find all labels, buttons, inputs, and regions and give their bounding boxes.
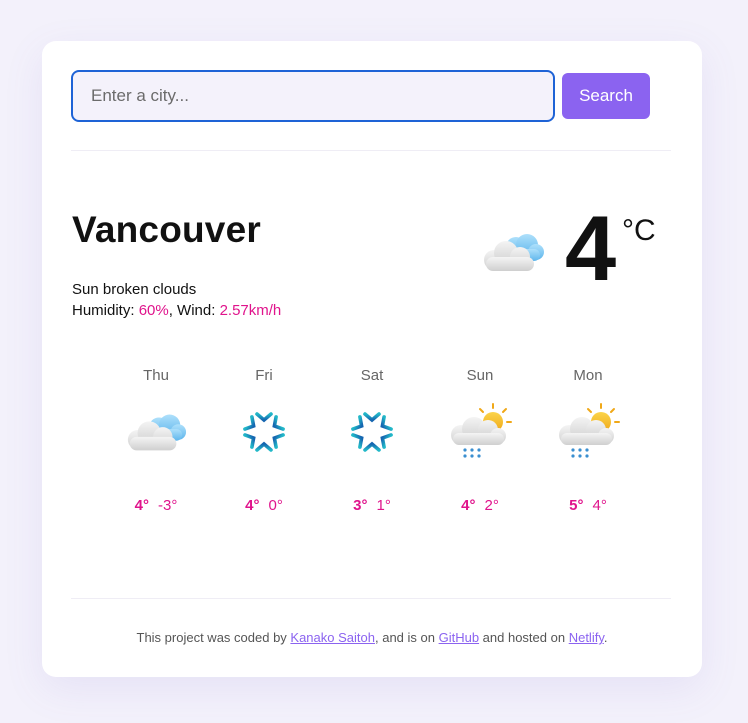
- wind-value: 2.57km/h: [219, 302, 282, 319]
- forecast-min-temp: 4°: [592, 497, 607, 514]
- city-search-input[interactable]: [71, 70, 555, 122]
- current-temperature: 4: [565, 198, 617, 300]
- broken-clouds-icon: [480, 227, 546, 277]
- wind-label: , Wind:: [168, 302, 220, 319]
- city-name: Vancouver: [72, 209, 261, 250]
- forecast-day: Thu 4° -3°: [102, 367, 210, 514]
- temperature-unit: °C: [622, 214, 656, 247]
- footer-text: and hosted on: [479, 630, 569, 645]
- forecast: Thu 4° -3° Fri 4° 0° Sat 3° 1° Sun 4° 2° Mon…: [102, 367, 642, 514]
- author-link[interactable]: Kanako Saitoh: [290, 630, 375, 645]
- forecast-max-temp: 3°: [353, 497, 368, 514]
- forecast-day-name: Sat: [360, 367, 384, 384]
- search-form: Search: [71, 70, 650, 122]
- footer-text: This project was coded by: [136, 630, 291, 645]
- forecast-min-temp: 1°: [376, 497, 391, 514]
- forecast-max-temp: 4°: [461, 497, 476, 514]
- forecast-day: Fri 4° 0°: [210, 367, 318, 514]
- footer-text: , and is on: [374, 630, 439, 645]
- forecast-day-name: Thu: [143, 367, 169, 384]
- forecast-day-name: Mon: [573, 367, 603, 384]
- rain-sun-icon: [448, 403, 512, 461]
- humidity-label: Humidity:: [72, 302, 139, 319]
- forecast-temps: 3° 1°: [353, 497, 391, 514]
- top-divider: [71, 150, 671, 151]
- netlify-link[interactable]: Netlify: [569, 630, 604, 645]
- forecast-max-temp: 4°: [134, 497, 149, 514]
- weather-description: Sun broken clouds: [72, 281, 197, 298]
- humidity-wind-line: Humidity: 60%, Wind: 2.57km/h: [72, 300, 281, 321]
- forecast-day: Sat 3° 1°: [318, 367, 426, 514]
- forecast-min-temp: 2°: [484, 497, 499, 514]
- current-details: Sun broken clouds Humidity: 60%, Wind: 2…: [72, 279, 281, 321]
- forecast-min-temp: 0°: [268, 497, 283, 514]
- forecast-temps: 4° 0°: [245, 497, 283, 514]
- forecast-day-name: Fri: [255, 367, 273, 384]
- rain-sun-icon: [556, 403, 620, 461]
- forecast-max-temp: 4°: [245, 497, 260, 514]
- forecast-temps: 4° -3°: [135, 497, 178, 514]
- snow-icon: [232, 403, 296, 461]
- forecast-temps: 5° 4°: [569, 497, 607, 514]
- forecast-day: Mon 5° 4°: [534, 367, 642, 514]
- footer: This project was coded by Kanako Saitoh,…: [42, 630, 702, 645]
- broken-clouds-icon: [124, 403, 188, 461]
- forecast-min-temp: -3°: [158, 497, 178, 514]
- forecast-day-name: Sun: [466, 367, 494, 384]
- weather-card: Search Vancouver Sun broken clouds Humid…: [42, 41, 702, 677]
- forecast-day: Sun 4° 2°: [426, 367, 534, 514]
- footer-text: .: [603, 630, 608, 645]
- search-button[interactable]: Search: [562, 73, 650, 119]
- snow-icon: [340, 403, 404, 461]
- github-link[interactable]: GitHub: [439, 630, 479, 645]
- forecast-max-temp: 5°: [569, 497, 584, 514]
- bottom-divider: [71, 598, 671, 599]
- humidity-value: 60%: [138, 302, 169, 319]
- forecast-temps: 4° 2°: [461, 497, 499, 514]
